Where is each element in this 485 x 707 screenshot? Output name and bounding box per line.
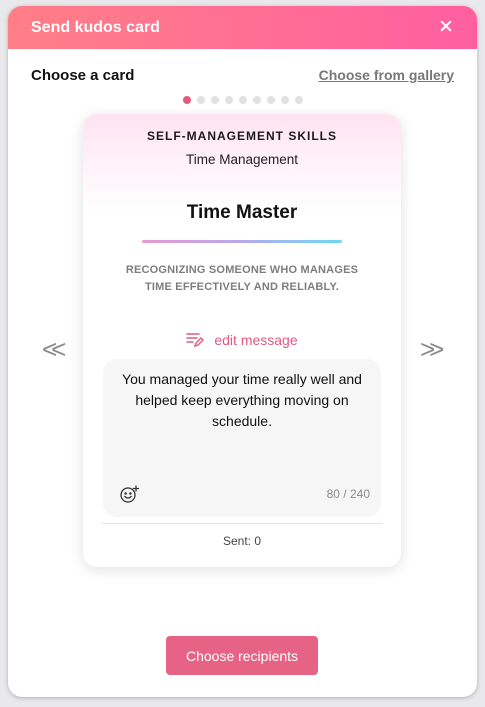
card-category: SELF-MANAGEMENT SKILLS xyxy=(147,129,337,143)
character-count: 80 / 240 xyxy=(326,487,370,501)
carousel-dot[interactable] xyxy=(210,96,219,104)
card-gradient-divider xyxy=(142,240,342,243)
carousel-dot[interactable] xyxy=(280,96,289,104)
card-title: Time Master xyxy=(186,202,298,223)
carousel-dot[interactable] xyxy=(196,96,205,104)
choose-recipients-button[interactable]: Choose recipients xyxy=(166,636,318,675)
message-textarea[interactable]: You managed your time really well and he… xyxy=(103,359,381,517)
carousel-dot[interactable] xyxy=(252,96,261,104)
next-card-arrow[interactable]: >> xyxy=(420,336,445,362)
card-header: SELF-MANAGEMENT SKILLS Time Management T… xyxy=(83,114,401,254)
carousel-dot[interactable] xyxy=(182,96,191,104)
choose-from-gallery-link[interactable]: Choose from gallery xyxy=(319,67,454,83)
kudos-dialog: Send kudos card Choose a card Choose fro… xyxy=(8,6,477,697)
edit-icon xyxy=(186,333,205,348)
card-divider xyxy=(102,523,382,524)
sent-count: Sent: 0 xyxy=(222,534,262,548)
emoji-add-icon[interactable] xyxy=(120,485,140,503)
edit-message-label: edit message xyxy=(214,332,298,348)
card-description: RECOGNIZING SOMEONE WHO MANAGES TIME EFF… xyxy=(125,264,359,293)
carousel-dot[interactable] xyxy=(266,96,275,104)
message-text: You managed your time really well and he… xyxy=(122,371,362,429)
carousel-dot[interactable] xyxy=(294,96,303,104)
subhead: Choose a card Choose from gallery xyxy=(8,65,477,85)
dialog-header: Send kudos card xyxy=(8,6,477,49)
carousel-dots xyxy=(8,96,477,104)
choose-card-heading: Choose a card xyxy=(31,66,135,84)
carousel-dot[interactable] xyxy=(238,96,247,104)
carousel-dot[interactable] xyxy=(224,96,233,104)
card-subcategory: Time Management xyxy=(185,152,299,167)
previous-card-arrow[interactable]: << xyxy=(42,336,67,362)
close-icon[interactable] xyxy=(437,17,455,35)
kudos-card: SELF-MANAGEMENT SKILLS Time Management T… xyxy=(83,114,401,567)
card-carousel: << SELF-MANAGEMENT SKILLS Time Managemen… xyxy=(8,114,477,569)
dialog-title: Send kudos card xyxy=(31,18,160,36)
edit-message-button[interactable]: edit message xyxy=(83,332,401,348)
